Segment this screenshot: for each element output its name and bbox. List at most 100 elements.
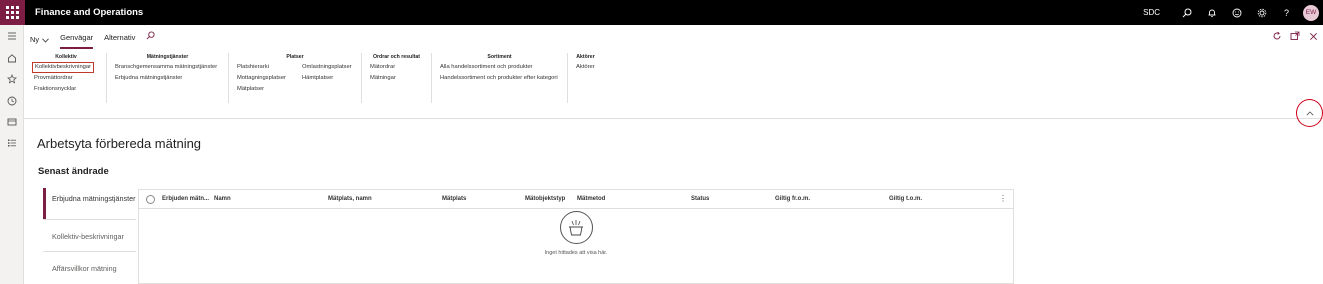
star-icon <box>7 74 17 84</box>
group-columns: Kollektivbeskrivningar Provmättordrar Frak… <box>32 62 100 95</box>
search-icon <box>1182 8 1191 17</box>
group-columns: Platshierarki Mottagningsplatser Mätplatse… <box>235 62 355 95</box>
hamburger-icon <box>8 32 16 40</box>
action-pane-tabs: Ny Genvägar Alternativ <box>30 31 166 49</box>
menu-item[interactable]: Kollektivbeskrivningar <box>32 62 95 73</box>
select-all-radio[interactable] <box>146 195 155 204</box>
app-launcher-button[interactable] <box>0 0 25 25</box>
grid-header: Erbjuden mätn... Namn Mätplats, namn Mät… <box>139 190 1013 209</box>
menu-item[interactable]: Platshierarki <box>235 62 288 73</box>
close-button[interactable] <box>1307 30 1319 42</box>
open-in-new-window-icon <box>1290 31 1300 40</box>
menu-item[interactable]: Alla handelssortiment och produkter <box>438 62 560 73</box>
user-avatar[interactable]: EW <box>1303 4 1319 21</box>
menu-item[interactable]: Omlastningsplatser <box>300 62 354 73</box>
favorites-button[interactable] <box>5 72 19 86</box>
action-pane: Ny Genvägar Alternativ Kollektiv Kollekti… <box>24 25 1323 119</box>
group-0: Kollektiv Kollektivbeskrivningar Provmätto… <box>26 53 106 103</box>
group-4: Sortiment Alla handelssortiment och produ… <box>431 53 567 103</box>
tab-alternativ[interactable]: Alternativ <box>104 31 135 49</box>
search-button[interactable] <box>1174 0 1199 25</box>
recent-button[interactable] <box>5 94 19 108</box>
modules-button[interactable] <box>5 136 19 150</box>
search-icon <box>146 31 155 40</box>
menu-item[interactable]: Fraktionsnycklar <box>32 84 94 95</box>
group-header: Sortiment <box>487 54 512 60</box>
col-header-matplats-namn[interactable]: Mätplats, namn <box>328 196 372 202</box>
menu-item[interactable]: Provmättordrar <box>32 73 94 84</box>
menu-item[interactable]: Mätordrar <box>368 62 398 73</box>
list-icon <box>8 139 16 147</box>
menu-item[interactable]: Branschgemensamma mätningstjänster <box>113 62 219 73</box>
top-bar-actions: SDC ? EW <box>1143 0 1323 25</box>
vtab-kollektiv-beskrivningar[interactable]: Kollektiv-beskrivningar <box>43 220 136 252</box>
app-title[interactable]: Finance and Operations <box>35 7 143 18</box>
group-header: Platser <box>286 54 304 60</box>
group-columns: Branschgemensamma mätningstjänster Erbjud… <box>113 62 222 84</box>
group-5: Aktörer Aktörer <box>567 53 603 103</box>
empty-state: Inget hittades att visa här. <box>139 211 1013 256</box>
refresh-button[interactable] <box>1271 30 1283 42</box>
col-header-status[interactable]: Status <box>691 196 709 202</box>
page-title: Arbetsyta förbereda mätning <box>37 136 202 151</box>
col-header-matmetod[interactable]: Mätmetod <box>577 196 605 202</box>
group-column: Alla handelssortiment och produkter Hande… <box>438 62 560 84</box>
top-bar: Finance and Operations SDC ? EW <box>0 0 1323 25</box>
settings-button[interactable] <box>1249 0 1274 25</box>
collapse-action-pane-button[interactable] <box>1296 99 1323 127</box>
hamburger-menu-button[interactable] <box>5 29 19 43</box>
vtab-erbjudna-matningstjanster[interactable]: Erbjudna mätningstjänster <box>43 188 136 220</box>
group-header: Aktörer <box>576 54 595 60</box>
menu-item[interactable]: Aktörer <box>574 62 597 73</box>
navigation-rail <box>0 25 24 284</box>
empty-box-icon <box>559 211 593 244</box>
vertical-tabs: Erbjudna mätningstjänster Kollektiv-besk… <box>43 188 136 284</box>
page-actions <box>1271 30 1319 42</box>
group-3: Ordrar och resultat Mätordrar Mätningar <box>361 53 431 103</box>
menu-item[interactable]: Erbjudna mätningstjänster <box>113 73 219 84</box>
home-icon <box>8 54 16 63</box>
group-header: Mätningstjänster <box>146 54 189 60</box>
action-groups: Kollektiv Kollektivbeskrivningar Provmätto… <box>26 53 603 103</box>
group-column: Platshierarki Mottagningsplatser Mätplatse… <box>235 62 288 95</box>
vtab-affarsvillkor-matning[interactable]: Affärsvillkor mätning <box>43 252 136 284</box>
menu-item[interactable]: Handelssortiment och produkter efter kat… <box>438 73 560 84</box>
tab-genvagar[interactable]: Genvägar <box>60 31 93 49</box>
gear-icon <box>1257 8 1266 17</box>
group-column: Branschgemensamma mätningstjänster Erbjud… <box>113 62 219 84</box>
home-button[interactable] <box>5 51 19 65</box>
open-new-window-button[interactable] <box>1289 30 1301 42</box>
menu-item[interactable]: Mätningar <box>368 73 398 84</box>
chevron-up-icon <box>1306 110 1313 115</box>
menu-item[interactable]: Mätplatser <box>235 84 288 95</box>
group-header: Ordrar och resultat <box>373 54 420 60</box>
waffle-icon <box>6 6 19 19</box>
col-header-giltig-tom[interactable]: Giltig t.o.m. <box>889 196 922 202</box>
notifications-button[interactable] <box>1199 0 1224 25</box>
more-options-icon[interactable]: ⋮ <box>999 194 1007 203</box>
group-columns: Aktörer <box>574 62 597 73</box>
action-search-button[interactable] <box>146 31 155 49</box>
close-icon <box>1309 32 1317 40</box>
group-column: Omlastningsplatser Hämtplatser <box>300 62 354 95</box>
col-header-giltig-from[interactable]: Giltig fr.o.m. <box>775 196 810 202</box>
menu-item[interactable]: Mottagningsplatser <box>235 73 288 84</box>
group-column: Mätordrar Mätningar <box>368 62 398 84</box>
menu-item[interactable]: Hämtplatser <box>300 73 354 84</box>
company-picker[interactable]: SDC <box>1143 8 1160 17</box>
col-header-matobjektstyp[interactable]: Mätobjektstyp <box>525 196 565 202</box>
workspaces-button[interactable] <box>5 115 19 129</box>
group-columns: Alla handelssortiment och produkter Hande… <box>438 62 561 84</box>
col-header-matplats[interactable]: Mätplats <box>442 196 466 202</box>
new-button[interactable]: Ny <box>30 31 49 49</box>
empty-message: Inget hittades att visa här. <box>544 250 608 256</box>
group-column: Aktörer <box>574 62 597 73</box>
section-title: Senast ändrade <box>38 166 109 177</box>
col-header-namn[interactable]: Namn <box>214 196 231 202</box>
col-header-erbjuden[interactable]: Erbjuden mätn... <box>162 196 209 202</box>
group-2: Platser Platshierarki Mottagningsplatser Mä… <box>228 53 361 103</box>
data-grid: Erbjuden mätn... Namn Mätplats, namn Mät… <box>138 189 1014 284</box>
help-button[interactable]: ? <box>1274 0 1299 25</box>
feedback-button[interactable] <box>1224 0 1249 25</box>
new-label: Ny <box>30 35 40 44</box>
